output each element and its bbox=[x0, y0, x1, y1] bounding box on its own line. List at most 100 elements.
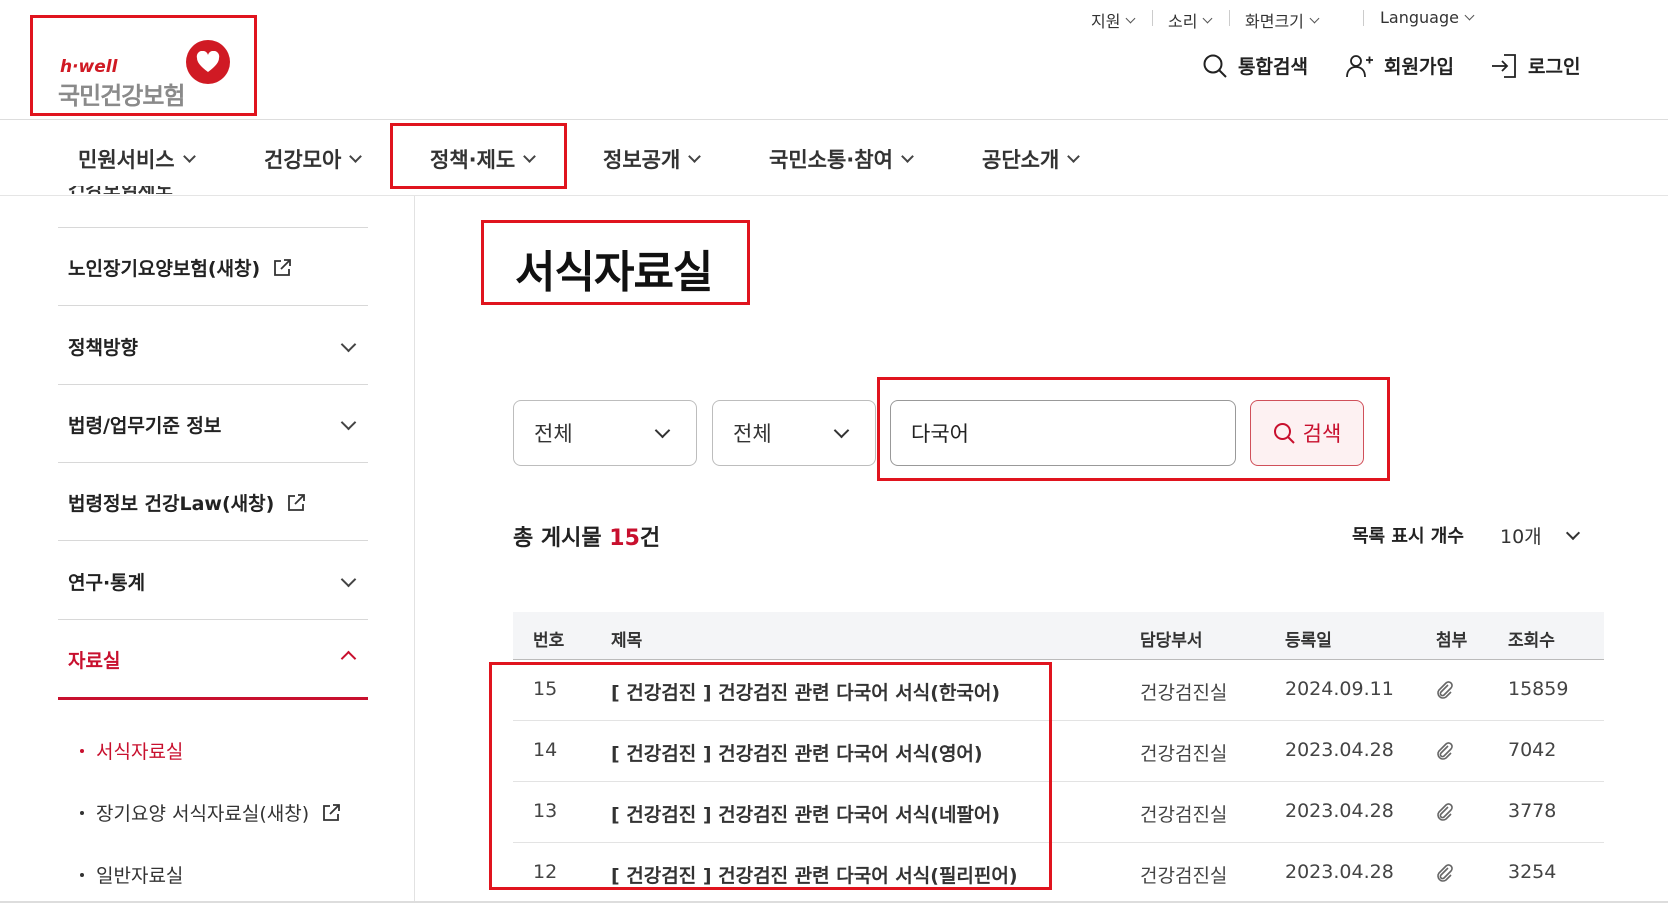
column-header-attachment: 첨부 bbox=[1436, 631, 1468, 651]
list-count-label: 목록 표시 개수 bbox=[1352, 526, 1464, 547]
lnb-item-archive-label: 자료실 bbox=[68, 650, 121, 672]
category-select-2[interactable]: 전체 bbox=[712, 400, 876, 466]
search-input[interactable]: 다국어 bbox=[890, 400, 1236, 466]
lnb-item-archive[interactable]: 자료실 bbox=[68, 646, 120, 673]
total-prefix: 총 게시물 bbox=[513, 526, 610, 551]
row-department: 건강검진실 bbox=[1140, 804, 1228, 826]
chevron-down-icon bbox=[1309, 13, 1320, 23]
lnb-divider bbox=[58, 462, 368, 463]
login-icon bbox=[1492, 53, 1516, 78]
chevron-down-icon[interactable] bbox=[340, 414, 357, 431]
attachment-clip-icon[interactable] bbox=[1435, 863, 1455, 888]
bullet-icon bbox=[80, 810, 84, 815]
attachment-clip-icon[interactable] bbox=[1435, 741, 1455, 766]
util-sound[interactable]: 소리 bbox=[1168, 8, 1213, 32]
list-count-value: 10개 bbox=[1500, 526, 1542, 548]
lnb-divider bbox=[58, 619, 368, 620]
attachment-clip-icon[interactable] bbox=[1435, 680, 1455, 705]
gnb-health-moa[interactable]: 건강모아 bbox=[264, 144, 363, 174]
lnb-item-cut-off[interactable]: 건강보험제도 bbox=[68, 186, 218, 194]
login-label: 로그인 bbox=[1528, 56, 1581, 78]
row-title-link[interactable]: [ 건강검진 ] 건강검진 관련 다국어 서식(영어) bbox=[611, 739, 983, 766]
chevron-down-icon[interactable] bbox=[340, 336, 357, 353]
gnb-info-disclosure[interactable]: 정보공개 bbox=[603, 144, 702, 174]
attachment-clip-icon[interactable] bbox=[1435, 802, 1455, 827]
lnb-sub-item-longterm-forms[interactable]: 장기요양 서식자료실(새창) bbox=[80, 799, 341, 826]
row-views: 3778 bbox=[1508, 800, 1557, 822]
gnb-about-label: 공단소개 bbox=[982, 148, 1060, 172]
chevron-up-icon[interactable] bbox=[340, 650, 357, 667]
table-row[interactable]: 12 [ 건강검진 ] 건강검진 관련 다국어 서식(필리핀어) 건강검진실 2… bbox=[513, 843, 1604, 903]
login-button[interactable]: 로그인 bbox=[1490, 52, 1580, 79]
row-title-link[interactable]: [ 건강검진 ] 건강검진 관련 다국어 서식(필리핀어) bbox=[611, 861, 1018, 888]
column-header-number: 번호 bbox=[533, 631, 565, 651]
lnb-item-longterm-care[interactable]: 노인장기요양보험(새창) bbox=[68, 254, 292, 281]
external-link-icon bbox=[323, 803, 341, 821]
lnb-item-research-stats-label: 연구·통계 bbox=[68, 572, 146, 594]
list-count-select[interactable]: 10개 bbox=[1500, 522, 1580, 549]
row-date: 2023.04.28 bbox=[1285, 800, 1394, 822]
lnb-item-law-standards[interactable]: 법령/업무기준 정보 bbox=[68, 411, 221, 438]
external-link-icon bbox=[288, 493, 306, 511]
search-button-label: 검색 bbox=[1302, 422, 1342, 446]
row-title-link[interactable]: [ 건강검진 ] 건강검진 관련 다국어 서식(한국어) bbox=[611, 678, 1000, 705]
lnb-divider bbox=[58, 227, 368, 228]
util-screen-size-label: 화면크기 bbox=[1245, 12, 1304, 31]
util-support-label: 지원 bbox=[1091, 12, 1121, 31]
row-title-link[interactable]: [ 건강검진 ] 건강검진 관련 다국어 서식(네팔어) bbox=[611, 800, 1000, 827]
column-header-title: 제목 bbox=[611, 631, 643, 651]
table-row[interactable]: 13 [ 건강검진 ] 건강검진 관련 다국어 서식(네팔어) 건강검진실 20… bbox=[513, 782, 1604, 843]
table-row[interactable]: 15 [ 건강검진 ] 건강검진 관련 다국어 서식(한국어) 건강검진실 20… bbox=[513, 660, 1604, 721]
util-language[interactable]: Language bbox=[1380, 8, 1475, 27]
lnb-item-policy-direction[interactable]: 정책방향 bbox=[68, 333, 138, 360]
lnb-item-law-standards-label: 법령/업무기준 정보 bbox=[68, 415, 222, 437]
util-separator bbox=[1363, 10, 1364, 26]
chevron-down-icon[interactable] bbox=[340, 571, 357, 588]
chevron-down-icon bbox=[1203, 13, 1213, 23]
gnb-participation[interactable]: 국민소통·참여 bbox=[769, 144, 914, 174]
gnb-health-moa-label: 건강모아 bbox=[264, 148, 342, 172]
gnb-civil-service[interactable]: 민원서비스 bbox=[78, 144, 196, 174]
integrated-search-label: 통합검색 bbox=[1238, 56, 1308, 78]
logo-name-text: 국민건강보험 bbox=[58, 82, 185, 110]
lnb-item-cut-off-label: 건강보험제도 bbox=[68, 186, 218, 194]
chevron-down-icon bbox=[1464, 10, 1475, 21]
gnb-info-disclosure-label: 정보공개 bbox=[603, 148, 681, 172]
lnb-item-longterm-care-label: 노인장기요양보험(새창) bbox=[68, 258, 261, 280]
lnb-sub-item-general[interactable]: 일반자료실 bbox=[80, 861, 183, 888]
table-row[interactable]: 14 [ 건강검진 ] 건강검진 관련 다국어 서식(영어) 건강검진실 202… bbox=[513, 721, 1604, 782]
chevron-down-icon bbox=[901, 149, 914, 163]
gnb-about[interactable]: 공단소개 bbox=[982, 144, 1081, 174]
util-support[interactable]: 지원 bbox=[1091, 8, 1136, 32]
util-sound-label: 소리 bbox=[1168, 12, 1198, 31]
lnb-sub-item-longterm-forms-label: 장기요양 서식자료실(새창) bbox=[96, 803, 310, 825]
signup-button[interactable]: 회원가입 bbox=[1346, 52, 1454, 79]
chevron-down-icon bbox=[523, 149, 537, 163]
util-screen-size[interactable]: 화면크기 bbox=[1245, 8, 1320, 32]
gnb-policy-system[interactable]: 정책·제도 bbox=[430, 144, 537, 174]
gnb-participation-label: 국민소통·참여 bbox=[769, 148, 893, 172]
site-logo[interactable]: h·well 국민건강보험 bbox=[58, 40, 238, 110]
lnb-divider bbox=[58, 384, 368, 385]
table-header: 번호 제목 담당부서 등록일 첨부 조회수 bbox=[513, 612, 1604, 660]
row-date: 2023.04.28 bbox=[1285, 739, 1394, 761]
category-select-1[interactable]: 전체 bbox=[513, 400, 697, 466]
row-number: 13 bbox=[533, 800, 558, 822]
integrated-search-button[interactable]: 통합검색 bbox=[1202, 52, 1308, 79]
row-department: 건강검진실 bbox=[1140, 865, 1228, 887]
column-header-date: 등록일 bbox=[1285, 631, 1332, 651]
row-department: 건강검진실 bbox=[1140, 682, 1228, 704]
row-department: 건강검진실 bbox=[1140, 743, 1228, 765]
bullet-icon bbox=[80, 748, 84, 753]
search-button[interactable]: 검색 bbox=[1250, 400, 1364, 466]
total-number: 15 bbox=[609, 526, 640, 551]
lnb-item-health-law-label: 법령정보 건강Law(새창) bbox=[68, 493, 275, 515]
chevron-down-icon bbox=[688, 149, 702, 163]
lnb-active-underline bbox=[58, 697, 368, 700]
util-separator bbox=[1152, 10, 1153, 26]
gnb-policy-system-label: 정책·제도 bbox=[430, 148, 516, 172]
lnb-sub-item-forms[interactable]: 서식자료실 bbox=[80, 737, 183, 764]
lnb-item-health-law[interactable]: 법령정보 건강Law(새창) bbox=[68, 489, 306, 516]
lnb-item-research-stats[interactable]: 연구·통계 bbox=[68, 568, 145, 595]
row-date: 2023.04.28 bbox=[1285, 861, 1394, 883]
